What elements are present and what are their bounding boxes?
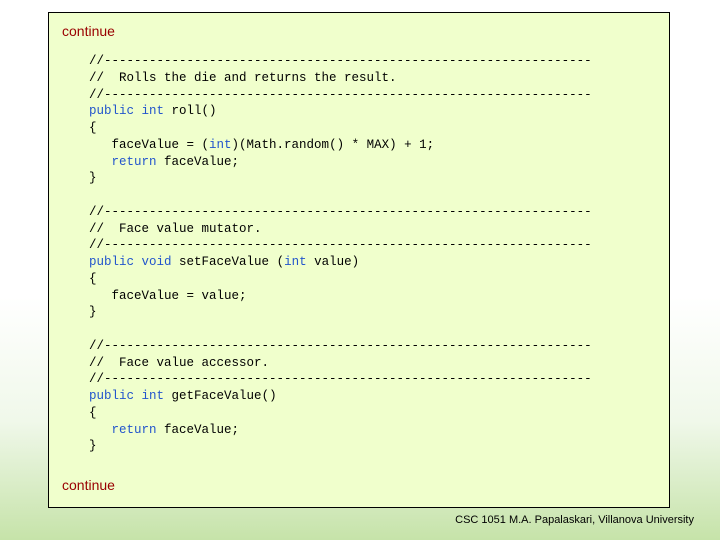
code-line: public void setFaceValue (int value) bbox=[89, 254, 592, 271]
code-line: } bbox=[89, 304, 592, 321]
code-line: //--------------------------------------… bbox=[89, 204, 592, 221]
code-line: //--------------------------------------… bbox=[89, 338, 592, 355]
code-line: { bbox=[89, 405, 592, 422]
code-text: faceValue = value; bbox=[89, 288, 247, 303]
continue-label-bottom: continue bbox=[62, 477, 115, 493]
code-text: )(Math.random() * MAX) + 1; bbox=[231, 137, 435, 152]
code-text: } bbox=[89, 305, 97, 320]
code-line: } bbox=[89, 438, 592, 455]
code-keyword: int bbox=[209, 137, 232, 152]
code-text: setFaceValue ( bbox=[171, 255, 285, 269]
code-keyword: public bbox=[89, 389, 135, 403]
code-keyword: public bbox=[89, 255, 135, 269]
code-text: //--------------------------------------… bbox=[89, 372, 592, 387]
code-keyword: public bbox=[89, 104, 135, 119]
code-line: return faceValue; bbox=[89, 422, 592, 439]
code-line: faceValue = value; bbox=[89, 288, 592, 305]
code-text: } bbox=[89, 171, 97, 186]
code-text: value) bbox=[306, 255, 360, 269]
code-line: //--------------------------------------… bbox=[89, 87, 592, 104]
code-keyword: int bbox=[284, 255, 307, 269]
code-panel: continue //-----------------------------… bbox=[48, 12, 670, 508]
code-line: //--------------------------------------… bbox=[89, 53, 592, 70]
code-line: //--------------------------------------… bbox=[89, 371, 592, 388]
code-text: { bbox=[89, 271, 97, 286]
code-line: // Face value mutator. bbox=[89, 221, 592, 238]
code-text: faceValue; bbox=[156, 154, 240, 169]
code-line: // Rolls the die and returns the result. bbox=[89, 70, 592, 87]
code-keyword: int bbox=[141, 389, 165, 403]
code-text: faceValue; bbox=[156, 422, 240, 437]
code-keyword: int bbox=[141, 104, 165, 119]
code-line: { bbox=[89, 271, 592, 288]
code-line: public int getFaceValue() bbox=[89, 388, 592, 405]
code-keyword: return bbox=[111, 154, 157, 169]
code-text: faceValue = ( bbox=[89, 137, 210, 152]
code-line: { bbox=[89, 120, 592, 137]
code-text: { bbox=[89, 121, 97, 135]
code-text: //--------------------------------------… bbox=[89, 204, 592, 219]
code-text: } bbox=[89, 439, 97, 454]
code-line: } bbox=[89, 170, 592, 187]
code-keyword: void bbox=[141, 255, 172, 269]
code-text: //--------------------------------------… bbox=[89, 338, 592, 353]
code-text: roll() bbox=[164, 104, 217, 119]
code-text: //--------------------------------------… bbox=[89, 54, 592, 68]
code-text: // Rolls the die and returns the result. bbox=[89, 70, 397, 85]
code-text: { bbox=[89, 405, 97, 420]
code-line: faceValue = (int)(Math.random() * MAX) +… bbox=[89, 137, 592, 154]
continue-label-top: continue bbox=[62, 23, 115, 39]
code-text: getFaceValue() bbox=[164, 389, 277, 403]
code-line: return faceValue; bbox=[89, 154, 592, 171]
code-line: // Face value accessor. bbox=[89, 355, 592, 372]
code-line: public int roll() bbox=[89, 103, 592, 120]
footer-credit: CSC 1051 M.A. Papalaskari, Villanova Uni… bbox=[455, 514, 694, 526]
code-text: // Face value mutator. bbox=[89, 221, 262, 236]
code-text: // Face value accessor. bbox=[89, 355, 270, 370]
code-block: //--------------------------------------… bbox=[89, 53, 592, 455]
code-text: //--------------------------------------… bbox=[89, 87, 592, 102]
code-line: //--------------------------------------… bbox=[89, 237, 592, 254]
code-text: //--------------------------------------… bbox=[89, 238, 592, 253]
code-keyword: return bbox=[111, 422, 157, 437]
